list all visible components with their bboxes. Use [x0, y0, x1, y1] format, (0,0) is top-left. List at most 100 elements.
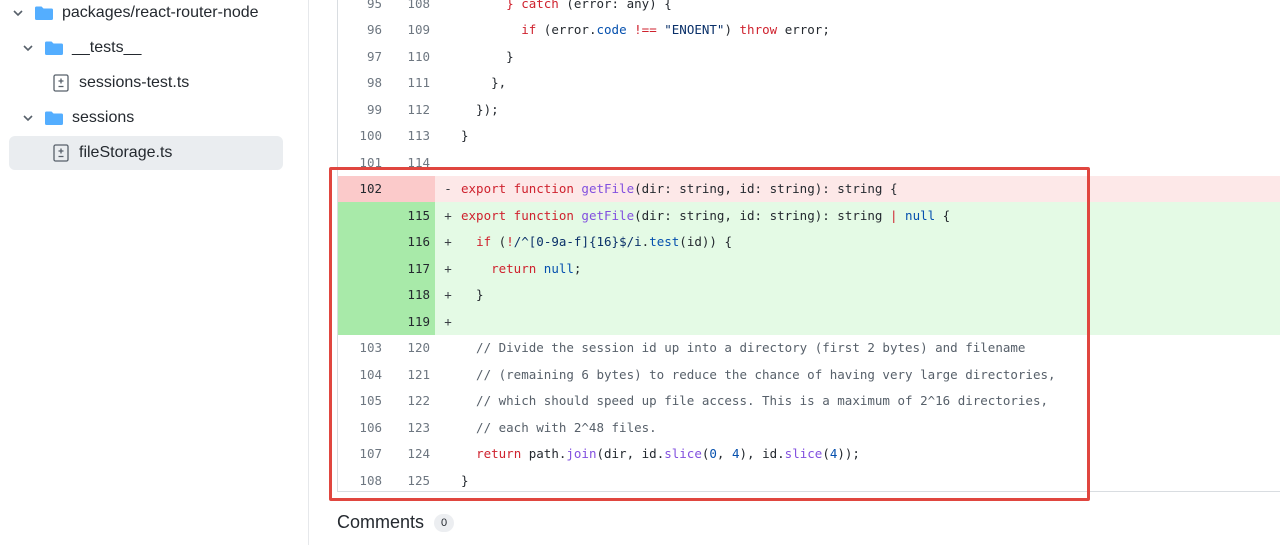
old-line-number[interactable]: 106: [338, 414, 386, 441]
code-line: // (remaining 6 bytes) to reduce the cha…: [461, 366, 1056, 382]
old-line-number[interactable]: [338, 202, 386, 229]
code-line: }: [461, 287, 484, 303]
new-line-number[interactable]: 109: [386, 17, 434, 44]
old-line-number[interactable]: [338, 282, 386, 309]
diff-line: 107 124 return path.join(dir, id.slice(0,…: [338, 441, 1280, 468]
code-line: }: [461, 128, 469, 144]
tree-item-sessions[interactable]: sessions: [20, 101, 134, 135]
old-line-number[interactable]: [338, 255, 386, 282]
new-line-number[interactable]: 116: [386, 229, 434, 256]
tree-item-react-router-node[interactable]: packages/react-router-node: [10, 0, 259, 30]
diff-line-added: 115 + export function getFile(dir: strin…: [338, 202, 1280, 229]
diff-line-added: 119 +: [338, 308, 1280, 335]
code-line: } catch (error: any) {: [506, 0, 672, 11]
diff-line: 98 111 },: [338, 70, 1280, 97]
chevron-down-icon[interactable]: [10, 5, 26, 21]
new-line-number[interactable]: 119: [386, 308, 434, 335]
diff-line-added: 116 + if (!/^[0-9a-f]{16}$/i.test(id)) {: [338, 228, 1280, 256]
code-line: },: [461, 75, 507, 91]
diff-line: 103 120 // Divide the session id up into …: [338, 335, 1280, 362]
new-line-number[interactable]: 118: [386, 282, 434, 309]
diff-line: 105 122 // which should speed up file acc…: [338, 388, 1280, 415]
folder-icon: [34, 5, 54, 21]
code-line: if (!/^[0-9a-f]{16}$/i.test(id)) {: [476, 234, 732, 250]
tree-item-tests[interactable]: __tests__: [20, 31, 141, 65]
comments-title: Comments: [337, 512, 425, 532]
new-line-number[interactable]: 110: [386, 43, 434, 70]
diff-line: 97 110 }: [338, 43, 1280, 70]
old-line-number[interactable]: [338, 308, 386, 335]
code-line: // Divide the session id up into a direc…: [461, 340, 1026, 356]
file-diff-icon: [53, 144, 69, 162]
old-line-number[interactable]: 99: [338, 96, 386, 123]
new-line-number[interactable]: 117: [386, 255, 434, 282]
new-line-number[interactable]: [386, 176, 434, 203]
new-line-number[interactable]: 120: [386, 335, 434, 362]
old-line-number[interactable]: 97: [338, 43, 386, 70]
chevron-down-icon[interactable]: [20, 110, 36, 126]
diff-line: 99 112 });: [338, 96, 1280, 123]
diff-line: 96 109 if (error.code !== "ENOENT") throw…: [338, 17, 1280, 44]
tree-item-label: packages/react-router-node: [62, 4, 259, 21]
comments-count-badge: 0: [434, 513, 455, 532]
folder-icon: [44, 40, 64, 56]
diff-line-added: 117 + return null;: [338, 255, 1280, 282]
new-line-number[interactable]: 125: [386, 467, 434, 494]
tree-item-label: sessions-test.ts: [79, 74, 190, 91]
diff-line: 106 123 // each with 2^48 files.: [338, 414, 1280, 441]
new-line-number[interactable]: 113: [386, 123, 434, 150]
old-line-number[interactable]: 108: [338, 467, 386, 494]
old-line-number[interactable]: 95: [338, 0, 386, 17]
diff-sign: -: [444, 181, 452, 197]
new-line-number[interactable]: 123: [386, 414, 434, 441]
old-line-number[interactable]: 101: [338, 149, 386, 176]
old-line-number[interactable]: 98: [338, 70, 386, 97]
file-diff-icon: [53, 74, 69, 92]
diff-line: 104 121 // (remaining 6 bytes) to reduce …: [338, 361, 1280, 388]
code-line: export function getFile(dir: string, id:…: [461, 181, 898, 197]
code-line: // each with 2^48 files.: [461, 419, 657, 435]
diff-line: 108 125 }: [338, 467, 1280, 494]
chevron-down-icon[interactable]: [20, 40, 36, 56]
old-line-number[interactable]: 102: [338, 176, 386, 203]
diff-sign: +: [444, 260, 452, 276]
code-line: }: [461, 472, 469, 488]
tree-item-label: fileStorage.ts: [79, 144, 173, 161]
old-line-number[interactable]: [338, 229, 386, 256]
old-line-number[interactable]: 105: [338, 388, 386, 415]
code-line: export function getFile(dir: string, id:…: [461, 207, 951, 223]
tree-item-label: sessions: [72, 109, 135, 126]
diff-sign: +: [444, 287, 452, 303]
new-line-number[interactable]: 111: [386, 70, 434, 97]
new-line-number[interactable]: 121: [386, 361, 434, 388]
new-line-number[interactable]: 122: [386, 388, 434, 415]
old-line-number[interactable]: 100: [338, 123, 386, 150]
code-line: });: [461, 101, 499, 117]
file-tree-sidebar: packages/react-router-node __tests__ ses…: [0, 0, 309, 545]
code-line: // which should speed up file access. Th…: [461, 393, 1048, 409]
diff-line-removed: 102 - export function getFile(dir: strin…: [338, 175, 1280, 203]
tree-item-file-storage[interactable]: fileStorage.ts: [9, 136, 283, 170]
code-line: return null;: [491, 260, 582, 276]
new-line-number[interactable]: 115: [386, 202, 434, 229]
comments-header: Comments 0: [337, 512, 455, 533]
new-line-number[interactable]: 114: [386, 149, 434, 176]
diff-view: 95 108 } catch (error: any) { 96 109 if (e…: [337, 0, 1280, 492]
new-line-number[interactable]: 112: [386, 96, 434, 123]
tree-item-label: __tests__: [72, 39, 142, 56]
old-line-number[interactable]: 96: [338, 17, 386, 44]
old-line-number[interactable]: 104: [338, 361, 386, 388]
code-line: }: [461, 48, 514, 64]
old-line-number[interactable]: 103: [338, 335, 386, 362]
diff-sign: +: [444, 313, 452, 329]
new-line-number[interactable]: 124: [386, 441, 434, 468]
folder-icon: [44, 110, 64, 126]
old-line-number[interactable]: 107: [338, 441, 386, 468]
diff-line: 101 114: [338, 149, 1280, 176]
code-line: return path.join(dir, id.slice(0, 4), id…: [476, 446, 860, 462]
diff-sign: +: [444, 234, 452, 250]
tree-item-sessions-test[interactable]: sessions-test.ts: [53, 66, 189, 100]
diff-line-added: 118 + }: [338, 281, 1280, 309]
new-line-number[interactable]: 108: [386, 0, 434, 17]
diff-line: 100 113 }: [338, 123, 1280, 150]
